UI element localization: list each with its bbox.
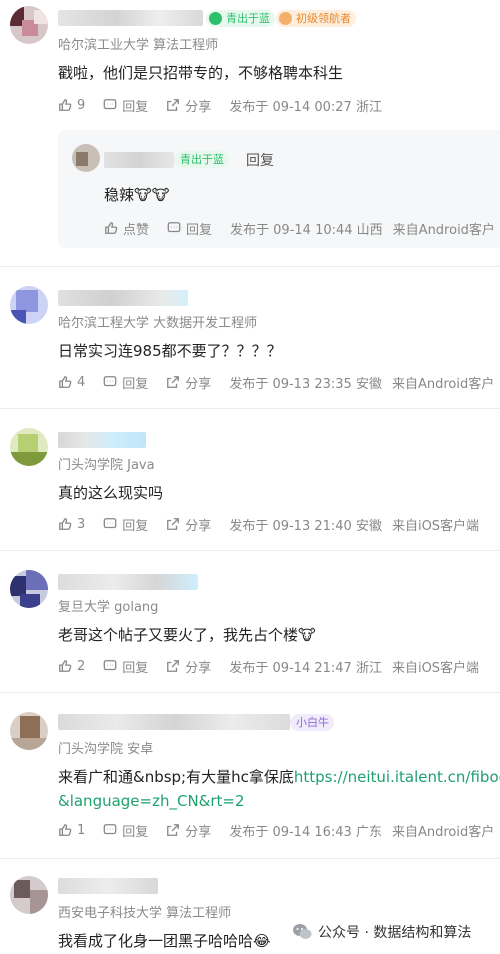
school-title: 复旦大学 golang: [58, 600, 159, 615]
reply-button[interactable]: 回复: [103, 515, 148, 534]
comment-icon: [103, 518, 117, 529]
divider: [0, 266, 500, 267]
like-button[interactable]: 4: [58, 375, 85, 390]
comment-icon: [167, 222, 181, 233]
divider: [0, 692, 500, 693]
share-button[interactable]: 分享: [166, 821, 211, 840]
like-button[interactable]: 2: [58, 659, 85, 674]
reply-button[interactable]: 回复: [103, 821, 148, 840]
wechat-watermark: 公众号 · 数据结构和算法: [292, 922, 471, 942]
reply-publish-time: 发布于 09-14 10:44 山西: [230, 222, 383, 238]
divider: [0, 858, 500, 859]
publish-time: 发布于 09-14 00:27 浙江: [229, 99, 382, 115]
avatar[interactable]: [10, 286, 48, 324]
reply-like-button[interactable]: 点赞: [104, 219, 149, 238]
client-source: 来自iOS客户端: [391, 660, 480, 676]
share-button[interactable]: 分享: [166, 96, 211, 115]
reply-badge: 青出于蓝: [174, 151, 229, 168]
publish-time: 发布于 09-14 21:47 浙江: [229, 660, 382, 676]
username-blurred[interactable]: [58, 10, 203, 26]
comment-link[interactable]: https://neitui.italent.cn/fiboc: [294, 768, 500, 786]
comment-text: 戳啦，他们是只招带专的，不够格聘本科生: [58, 64, 344, 82]
avatar[interactable]: [10, 712, 48, 750]
username-blurred[interactable]: [58, 290, 188, 306]
badge-xiaobainiu: 小白牛: [290, 714, 334, 731]
divider: [0, 408, 500, 409]
publish-time: 发布于 09-13 23:35 安徽: [229, 376, 382, 392]
reply-button[interactable]: 回复: [103, 373, 148, 392]
share-button[interactable]: 分享: [166, 515, 211, 534]
reply-avatar[interactable]: [72, 144, 100, 172]
share-icon: [167, 518, 180, 530]
like-button[interactable]: 1: [58, 823, 85, 838]
publish-time: 发布于 09-14 16:43 广东: [229, 824, 382, 840]
badge-chuji-linghang: 初级领航者: [276, 10, 356, 27]
avatar[interactable]: [10, 876, 48, 914]
like-button[interactable]: 9: [58, 98, 85, 113]
comment-meta: 3 回复 分享 发布于 09-13 21:40 安徽 来自iOS客户端: [58, 514, 479, 534]
wechat-icon: [293, 924, 312, 939]
reply-button[interactable]: 回复: [103, 96, 148, 115]
share-icon: [167, 660, 180, 672]
share-icon: [167, 99, 180, 111]
username-blurred[interactable]: [58, 878, 158, 894]
reply-meta: 点赞 回复 发布于 09-14 10:44 山西 来自Android客户: [104, 218, 495, 238]
comment-text: 我看成了化身一团黑子哈哈哈😂: [58, 932, 271, 950]
reply-to-label[interactable]: 回复: [246, 150, 274, 170]
share-button[interactable]: 分享: [166, 373, 211, 392]
comment-meta: 2 回复 分享 发布于 09-14 21:47 浙江 来自iOS客户端: [58, 656, 479, 676]
thumb-up-icon: [59, 660, 72, 672]
avatar[interactable]: [10, 570, 48, 608]
reply-thread: 青出于蓝 回复 稳辣🐮🐮 点赞 回复 发布于 09-14 10:44 山西 来自…: [58, 130, 500, 248]
comment-text: 来看广和通&nbsp;有大量hc拿保底https://neitui.italen…: [58, 764, 500, 790]
username-blurred[interactable]: [58, 432, 146, 448]
thumb-up-icon: [59, 518, 72, 530]
school-title: 门头沟学院 Java: [58, 458, 155, 473]
comment-meta: 1 回复 分享 发布于 09-14 16:43 广东 来自Android客户: [58, 820, 494, 840]
thumb-up-icon: [105, 222, 118, 234]
share-button[interactable]: 分享: [166, 657, 211, 676]
publish-time: 发布于 09-13 21:40 安徽: [229, 518, 382, 534]
badge-icon: [279, 12, 292, 25]
reply-username-blurred[interactable]: [104, 152, 174, 168]
thumb-up-icon: [59, 824, 72, 836]
reply-text: 稳辣🐮🐮: [104, 186, 170, 204]
comment-meta: 4 回复 分享 发布于 09-13 23:35 安徽 来自Android客户: [58, 372, 494, 392]
comment-text: 真的这么现实吗: [58, 484, 164, 502]
comment-icon: [103, 99, 117, 110]
reply-reply-button[interactable]: 回复: [167, 219, 212, 238]
share-icon: [167, 824, 180, 836]
comment-text: 老哥这个帖子又要火了，我先占个楼🐮: [58, 626, 316, 644]
school-title: 西安电子科技大学 算法工程师: [58, 906, 232, 921]
share-icon: [167, 376, 180, 388]
comment-link-continued[interactable]: &language=zh_CN&rt=2: [58, 788, 245, 814]
comment-icon: [103, 824, 117, 835]
badge-qingchuyulan: 青出于蓝: [206, 10, 275, 27]
comment-icon: [103, 376, 117, 387]
divider: [0, 550, 500, 551]
comment-meta: 9 回复 分享 发布于 09-14 00:27 浙江: [58, 95, 392, 115]
client-source: 来自Android客户: [391, 824, 495, 840]
comment-text: 日常实习连985都不要了？？？？: [58, 342, 282, 360]
badge-icon: [209, 12, 222, 25]
school-title: 门头沟学院 安卓: [58, 742, 154, 757]
school-title: 哈尔滨工业大学 算法工程师: [58, 38, 219, 53]
school-title: 哈尔滨工程大学 大数据开发工程师: [58, 316, 258, 331]
thumb-up-icon: [59, 376, 72, 388]
avatar[interactable]: [10, 428, 48, 466]
reply-source: 来自Android客户: [392, 222, 495, 238]
client-source: 来自Android客户: [391, 376, 495, 392]
avatar[interactable]: [10, 6, 48, 44]
thumb-up-icon: [59, 99, 72, 111]
comment-icon: [103, 660, 117, 671]
reply-button[interactable]: 回复: [103, 657, 148, 676]
username-blurred[interactable]: [58, 714, 290, 730]
username-blurred[interactable]: [58, 574, 198, 590]
like-button[interactable]: 3: [58, 517, 85, 532]
client-source: 来自iOS客户端: [391, 518, 480, 534]
